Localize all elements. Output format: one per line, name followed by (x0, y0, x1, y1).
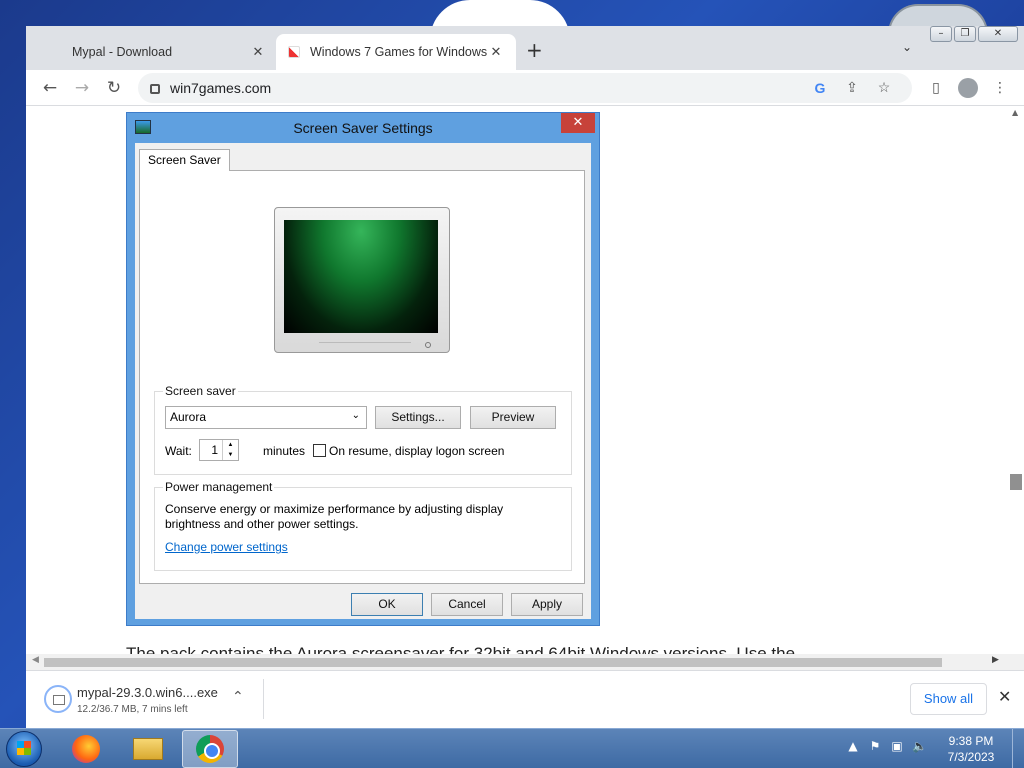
download-shelf: mypal-29.3.0.win6....exe 12.2/36.7 MB, 7… (26, 670, 1024, 728)
screen-saver-icon (135, 120, 151, 134)
selected-saver: Aurora (170, 410, 207, 424)
chevron-down-icon: ⌄ (351, 410, 360, 421)
share-icon[interactable]: ⇪ (836, 79, 868, 96)
monitor-bezel-line (319, 342, 411, 348)
site-favicon-icon (288, 46, 300, 58)
back-button[interactable]: ← (34, 78, 66, 98)
minimize-button[interactable]: – (930, 26, 952, 42)
show-hidden-icons-icon[interactable]: ▲ (846, 739, 860, 753)
network-icon[interactable]: ▣ (890, 739, 904, 753)
dialog-titlebar: Screen Saver Settings ✕ (127, 113, 599, 143)
monitor-preview (274, 207, 450, 353)
settings-button: Settings... (375, 406, 461, 429)
power-management-group: Power management Conserve energy or maxi… (154, 480, 572, 571)
show-desktop-button[interactable] (1012, 729, 1024, 768)
change-power-settings-link: Change power settings (165, 540, 288, 554)
browser-window: Mypal - Download ✕ Windows 7 Games for W… (26, 26, 1024, 728)
page-content: Screen Saver Settings ✕ Screen Saver Scr… (26, 106, 1024, 670)
clock[interactable]: 9:38 PM 7/3/2023 (938, 733, 1004, 765)
firefox-icon (72, 735, 100, 763)
tab-title: Mypal - Download (72, 45, 173, 59)
profile-avatar[interactable] (958, 77, 978, 98)
spinner-arrows-icon: ▲ ▼ (222, 440, 238, 460)
download-status: 12.2/36.7 MB, 7 mins left (77, 704, 188, 715)
aurora-preview-screen (284, 220, 438, 333)
google-lens-icon[interactable]: G (804, 80, 836, 96)
dialog-close-icon: ✕ (561, 113, 595, 133)
group-legend: Power management (163, 480, 275, 494)
preview-button: Preview (470, 406, 556, 429)
tab-mypal-download[interactable]: Mypal - Download ✕ (60, 34, 278, 70)
new-tab-button[interactable]: + (526, 38, 543, 62)
wait-spinner: 1 ▲ ▼ (199, 439, 239, 461)
group-legend: Screen saver (163, 384, 238, 398)
reload-button[interactable]: ↻ (98, 78, 130, 98)
taskbar-explorer[interactable] (120, 730, 176, 768)
volume-icon[interactable]: 🔈 (912, 739, 927, 753)
show-all-button[interactable]: Show all (910, 683, 987, 715)
address-bar[interactable]: win7games.com G ⇪ ☆ (138, 72, 912, 103)
taskbar-firefox[interactable] (58, 730, 114, 768)
bookmark-star-icon[interactable]: ☆ (868, 79, 900, 96)
close-tab-icon[interactable]: ✕ (488, 44, 504, 60)
screen-saver-group: Screen saver Aurora ⌄ Settings... Previe… (154, 384, 572, 475)
download-filename[interactable]: mypal-29.3.0.win6....exe (77, 685, 218, 700)
clock-date: 7/3/2023 (947, 750, 995, 764)
close-shelf-icon[interactable]: ✕ (998, 687, 1011, 706)
screen-saver-select: Aurora ⌄ (165, 406, 367, 429)
tab-title: Windows 7 Games for Windows (310, 45, 488, 59)
screen-saver-dialog-image: Screen Saver Settings ✕ Screen Saver Scr… (126, 112, 600, 626)
tab-strip: Mypal - Download ✕ Windows 7 Games for W… (26, 26, 1024, 70)
chevron-up-icon[interactable]: ⌃ (232, 689, 244, 705)
cancel-button: Cancel (431, 593, 503, 616)
maximize-button[interactable]: ❐ (954, 26, 976, 42)
close-window-button[interactable]: ✕ (978, 26, 1018, 42)
vertical-scroll-thumb[interactable] (1010, 474, 1022, 490)
taskbar: ▲ ⚑ ▣ 🔈 9:38 PM 7/3/2023 (0, 728, 1024, 768)
side-panel-icon[interactable]: ▯ (920, 80, 952, 96)
minutes-label: minutes (263, 444, 306, 458)
wait-label: Wait: (165, 444, 192, 458)
ok-button: OK (351, 593, 423, 616)
wait-value: 1 (211, 443, 218, 457)
scroll-left-icon[interactable]: ◀ (32, 655, 39, 665)
divider (263, 679, 264, 719)
resume-logon-checkbox (313, 444, 326, 457)
start-button[interactable] (6, 731, 42, 767)
dialog-panel: Screen saver Aurora ⌄ Settings... Previe… (139, 170, 585, 584)
clock-time: 9:38 PM (948, 734, 994, 748)
dialog-title: Screen Saver Settings (293, 120, 433, 136)
action-center-icon[interactable]: ⚑ (868, 739, 882, 753)
resume-logon-label: On resume, display logon screen (329, 444, 505, 458)
tab-screen-saver: Screen Saver (139, 149, 230, 171)
taskbar-chrome[interactable] (182, 730, 238, 768)
scroll-right-icon[interactable]: ▶ (992, 655, 999, 665)
download-file-icon[interactable] (44, 685, 72, 713)
power-led-icon (425, 342, 431, 348)
lock-icon[interactable] (150, 83, 160, 94)
power-description: Conserve energy or maximize performance … (165, 502, 504, 531)
horizontal-scrollbar[interactable]: ◀ ▶ (26, 654, 1024, 670)
system-tray: ▲ ⚑ ▣ 🔈 (846, 739, 927, 753)
url-text[interactable]: win7games.com (170, 80, 804, 96)
browser-toolbar: ← → ↻ win7games.com G ⇪ ☆ ▯ ⋮ (26, 70, 1024, 106)
apply-button: Apply (511, 593, 583, 616)
close-tab-icon[interactable]: ✕ (250, 44, 266, 60)
folder-icon (133, 738, 163, 760)
chrome-icon (196, 735, 224, 763)
vertical-scrollbar[interactable]: ▲ ▼ (1008, 106, 1024, 666)
tab-windows7-games[interactable]: Windows 7 Games for Windows ✕ (276, 34, 516, 70)
scroll-up-icon[interactable]: ▲ (1012, 108, 1018, 117)
menu-kebab-icon[interactable]: ⋮ (984, 80, 1016, 96)
tab-search-button[interactable]: ⌄ (902, 40, 912, 54)
forward-button[interactable]: → (66, 78, 98, 98)
window-controls: – ❐ ✕ (930, 26, 1018, 42)
horizontal-scroll-thumb[interactable] (44, 658, 942, 667)
dialog-body: Screen Saver Screen saver Aurora ⌄ Setti (135, 143, 591, 619)
